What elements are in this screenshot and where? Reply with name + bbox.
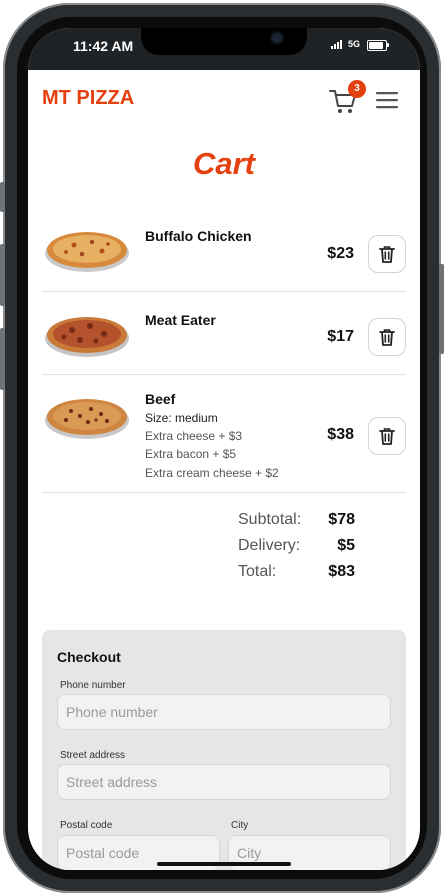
page-title: Cart: [192, 146, 255, 181]
cart-item: Meat Eater $17: [42, 303, 406, 369]
checkout-panel: Checkout Phone number Street address Pos…: [42, 630, 406, 870]
volume-up-button: [0, 244, 5, 306]
menu-button[interactable]: [375, 90, 399, 110]
cart-item: Buffalo Chicken $23: [42, 218, 406, 284]
trash-icon: [379, 329, 395, 346]
trash-icon: [379, 246, 395, 263]
item-divider: [42, 492, 406, 493]
city-label: City: [231, 820, 249, 831]
brand-logo[interactable]: MT PIZZA: [42, 87, 134, 110]
pizza-image: [45, 399, 129, 439]
item-name: Beef: [145, 391, 176, 407]
total-value: $83: [328, 563, 355, 580]
item-extra: Extra cream cheese + $2: [145, 465, 279, 480]
item-price: $23: [327, 245, 354, 262]
dynamic-island: [141, 28, 307, 55]
item-name: Meat Eater: [145, 312, 216, 328]
menu-icon: [376, 92, 398, 109]
item-divider: [42, 374, 406, 375]
pizza-image: [45, 232, 129, 272]
app-screen: 11:42 AM 5G MT PIZZA 3 Cart Buffalo Chic…: [28, 28, 420, 870]
delivery-row: Delivery: $5: [238, 537, 355, 555]
subtotal-value: $78: [328, 511, 355, 528]
battery-tip: [387, 43, 389, 47]
phone-input[interactable]: [57, 694, 391, 730]
street-label: Street address: [60, 750, 126, 761]
item-size: Size: medium: [145, 411, 218, 425]
remove-item-button[interactable]: [368, 235, 406, 273]
item-price: $17: [327, 328, 354, 345]
signal-icon: [331, 40, 342, 49]
delivery-value: $5: [337, 537, 355, 554]
item-extra: Extra cheese + $3: [145, 429, 243, 444]
item-extra: Extra bacon + $5: [145, 447, 237, 462]
battery-icon: [367, 40, 387, 51]
delivery-label: Delivery:: [238, 537, 301, 554]
item-price: $38: [327, 426, 354, 443]
status-time: 11:42 AM: [73, 38, 134, 54]
checkout-title: Checkout: [57, 649, 121, 665]
item-name: Buffalo Chicken: [145, 228, 252, 244]
total-label: Total:: [238, 563, 277, 580]
street-input[interactable]: [57, 764, 391, 800]
remove-item-button[interactable]: [368, 417, 406, 455]
power-button: [439, 264, 444, 354]
trash-icon: [379, 428, 395, 445]
item-divider: [42, 291, 406, 292]
volume-down-button: [0, 328, 5, 390]
pizza-image: [45, 317, 129, 357]
subtotal-label: Subtotal:: [238, 511, 302, 528]
status-bar: 11:42 AM 5G: [28, 28, 420, 70]
item-options: Size: medium Extra cheese + $3 Extra bac…: [145, 409, 279, 482]
subtotal-row: Subtotal: $78: [238, 511, 355, 529]
mute-switch: [0, 182, 5, 212]
network-label: 5G: [348, 39, 361, 49]
phone-label: Phone number: [60, 680, 126, 691]
cart-count-badge: 3: [348, 80, 366, 98]
cart-item: Beef Size: medium Extra cheese + $3 Extr…: [42, 386, 406, 486]
postal-label: Postal code: [60, 820, 113, 831]
front-camera: [272, 33, 282, 43]
home-indicator[interactable]: [157, 862, 291, 866]
total-row: Total: $83: [238, 563, 355, 581]
remove-item-button[interactable]: [368, 318, 406, 356]
